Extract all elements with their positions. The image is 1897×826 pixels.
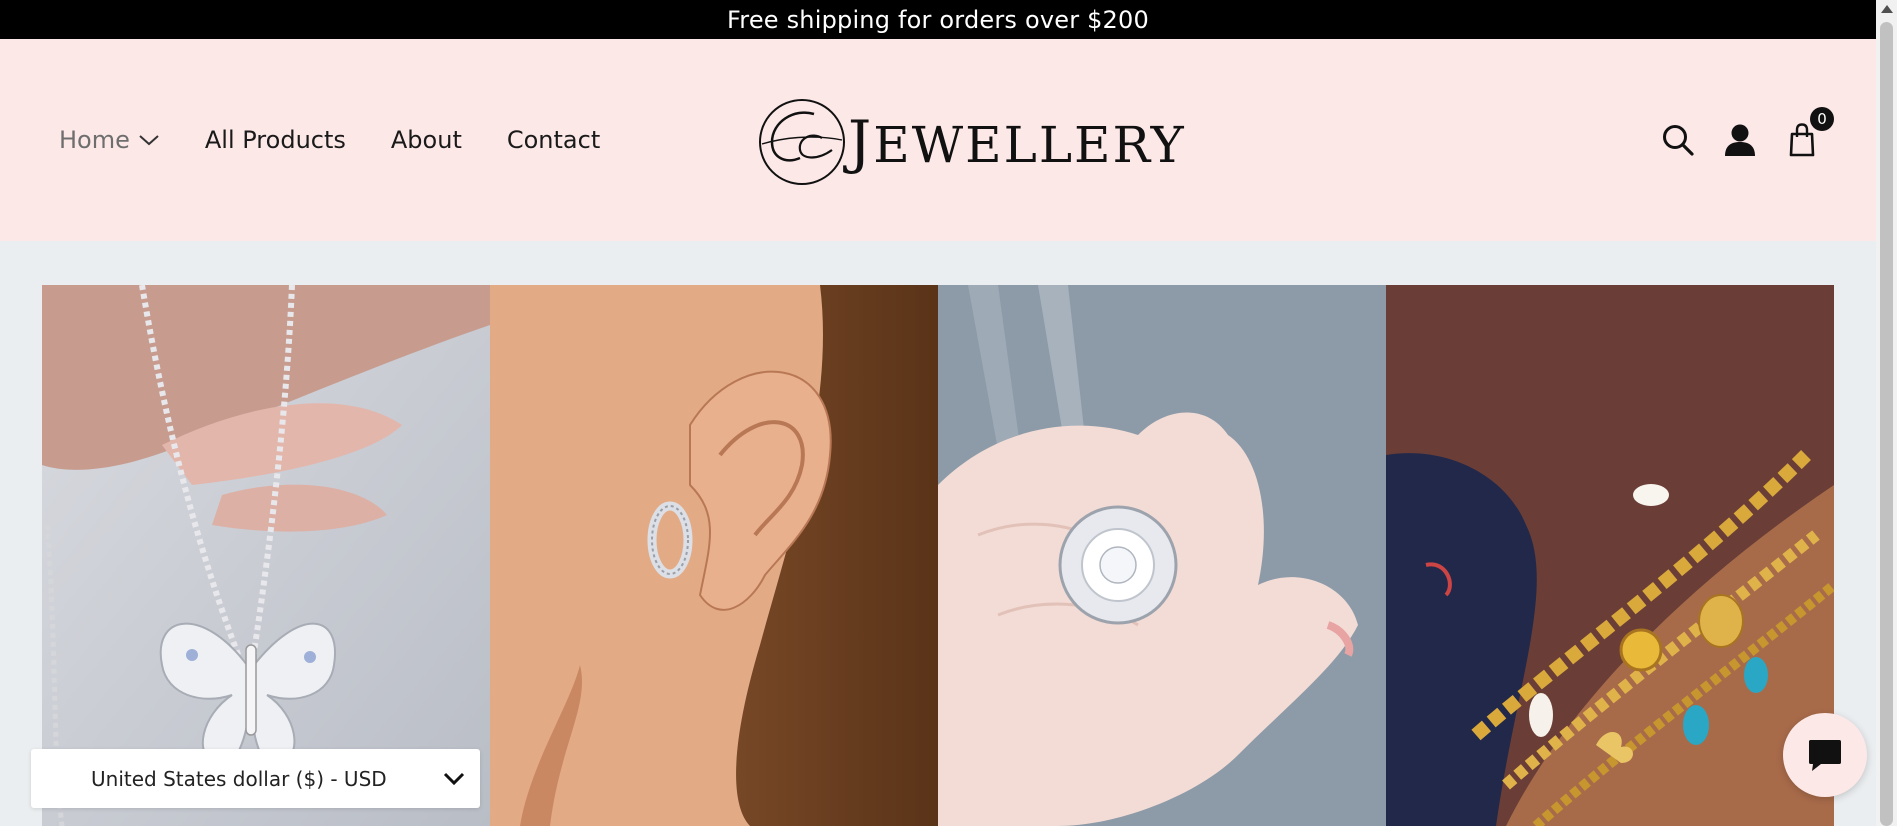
account-button[interactable] — [1724, 123, 1756, 157]
gallery-tile-ring[interactable] — [938, 285, 1386, 826]
nav-item-label: Contact — [506, 126, 601, 154]
scrollbar-thumb[interactable] — [1880, 22, 1893, 826]
nav-item-about[interactable]: About — [391, 126, 462, 154]
necklace-image — [42, 285, 490, 826]
nav-item-home[interactable]: Home — [59, 126, 160, 154]
page-scrollbar[interactable] — [1876, 0, 1897, 826]
announcement-bar: Free shipping for orders over $200 — [0, 0, 1876, 39]
currency-selected-value: United States dollar ($) - USD — [91, 766, 387, 791]
earring-image — [490, 285, 938, 826]
nav-item-label: Home — [59, 126, 130, 154]
search-icon — [1663, 125, 1694, 156]
header-icons: 0 — [1662, 39, 1834, 241]
chevron-down-icon — [139, 135, 159, 146]
announcement-text: Free shipping for orders over $200 — [727, 5, 1149, 34]
ring-image — [938, 285, 1386, 826]
nav-item-all-products[interactable]: All Products — [205, 126, 346, 154]
logo-text: JEWELLERY — [848, 108, 1186, 176]
logo-mark — [759, 99, 845, 185]
chat-icon — [1809, 740, 1841, 771]
gallery-tile-earring[interactable] — [490, 285, 938, 826]
search-button[interactable] — [1662, 123, 1694, 157]
site-logo[interactable]: JEWELLERY — [742, 92, 1184, 192]
bracelet-image — [1386, 285, 1834, 826]
hero-gallery — [42, 285, 1834, 826]
nav-item-label: About — [390, 126, 462, 154]
scroll-up-arrow-icon[interactable] — [1881, 5, 1893, 13]
gallery-tile-bracelet[interactable] — [1386, 285, 1834, 826]
currency-selector[interactable]: United States dollar ($) - USD — [31, 749, 480, 808]
nav-item-contact[interactable]: Contact — [507, 126, 600, 154]
chevron-down-icon — [443, 772, 465, 786]
main-nav: Home All Products About Contact — [59, 39, 600, 241]
gallery-tile-necklace[interactable] — [42, 285, 490, 826]
page: Free shipping for orders over $200 Home … — [0, 0, 1897, 826]
account-icon — [1725, 124, 1755, 156]
cart-count-badge: 0 — [1810, 107, 1834, 131]
chat-button[interactable] — [1783, 713, 1867, 797]
site-header: Home All Products About Contact JEWELLER… — [0, 39, 1876, 241]
nav-item-label: All Products — [204, 126, 346, 154]
cart-button[interactable]: 0 — [1786, 107, 1834, 157]
